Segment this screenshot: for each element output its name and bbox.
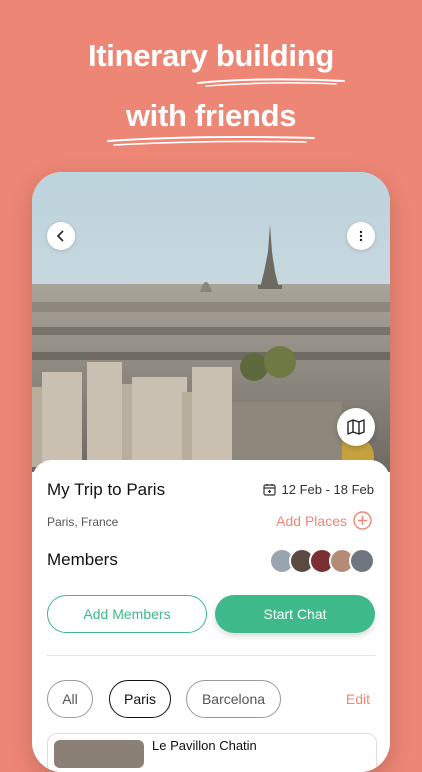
add-members-button[interactable]: Add Members <box>47 595 207 633</box>
divider <box>47 655 375 656</box>
place-card[interactable]: Le Pavillon Chatin <box>47 733 377 772</box>
brush-underline-1 <box>197 78 345 87</box>
trip-dates[interactable]: 12 Feb - 18 Feb <box>262 482 375 497</box>
phone-frame: My Trip to Paris 12 Feb - 18 Feb Paris, … <box>32 172 390 772</box>
trip-location: Paris, France <box>47 515 119 529</box>
back-icon <box>56 230 64 242</box>
members-label: Members <box>47 550 118 569</box>
trip-detail-sheet: My Trip to Paris 12 Feb - 18 Feb Paris, … <box>32 460 390 772</box>
filter-chip-paris[interactable]: Paris <box>109 680 171 718</box>
headline-line-1: Itinerary building <box>87 38 335 73</box>
start-chat-button[interactable]: Start Chat <box>215 595 375 633</box>
trip-dates-text: 12 Feb - 18 Feb <box>281 482 375 497</box>
map-button[interactable] <box>337 408 375 446</box>
trip-title: My Trip to Paris <box>47 480 166 499</box>
add-places-label: Add Places <box>276 512 347 529</box>
place-thumbnail <box>54 740 144 768</box>
member-avatars[interactable] <box>269 548 375 574</box>
filter-chip-barcelona[interactable]: Barcelona <box>186 680 281 718</box>
map-icon <box>347 419 365 435</box>
filter-chip-all[interactable]: All <box>47 680 93 718</box>
brush-underline-2 <box>107 136 315 146</box>
plus-circle-icon <box>353 511 372 530</box>
back-button[interactable] <box>47 222 75 250</box>
avatar <box>349 548 375 574</box>
more-button[interactable] <box>347 222 375 250</box>
more-icon <box>359 230 363 242</box>
add-places-button[interactable]: Add Places <box>276 511 372 530</box>
calendar-icon <box>262 484 276 496</box>
place-name: Le Pavillon Chatin <box>152 738 257 753</box>
headline-line-2: with friends <box>125 98 297 133</box>
edit-button[interactable]: Edit <box>346 691 370 707</box>
